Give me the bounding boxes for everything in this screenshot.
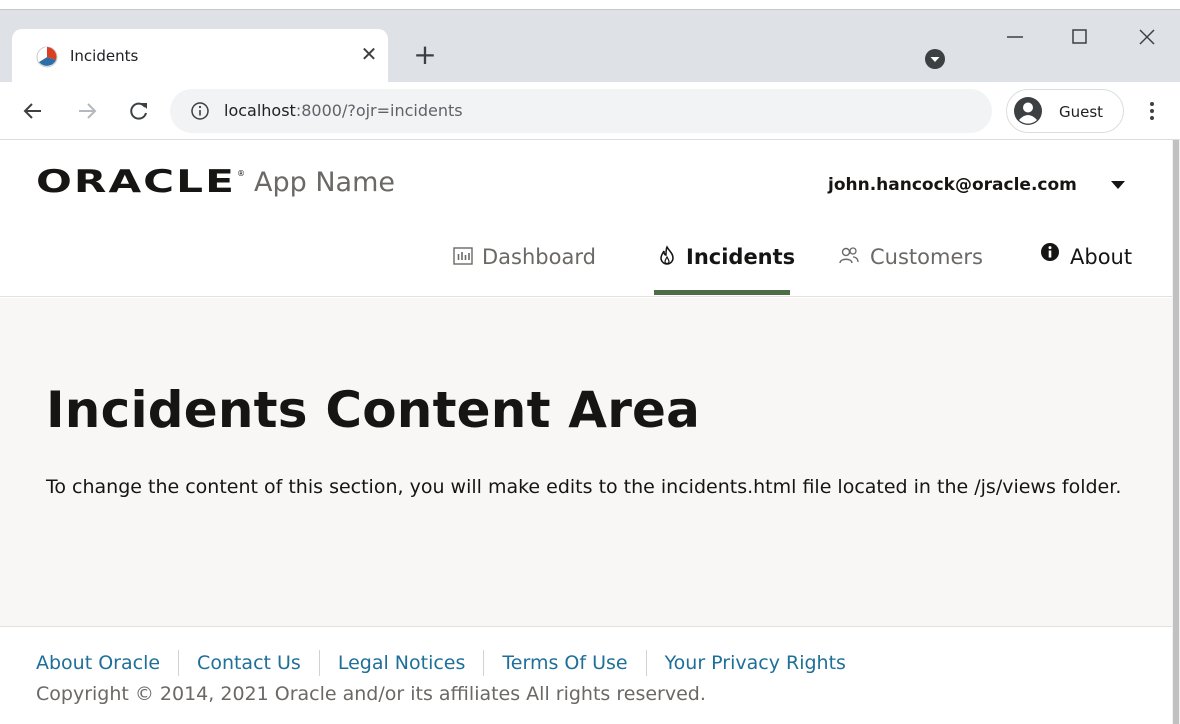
profile-button[interactable]: Guest: [1006, 89, 1124, 133]
user-menu-label[interactable]: john.hancock@oracle.com: [828, 174, 1077, 196]
browser-toolbar: localhost:8000/?ojr=incidents Guest: [0, 82, 1180, 140]
svg-text:®: ®: [237, 169, 245, 178]
browser-tab[interactable]: Incidents ✕: [12, 29, 388, 82]
page-footer: About Oracle Contact Us Legal Notices Te…: [0, 626, 1172, 724]
forward-arrow-icon[interactable]: [72, 96, 102, 126]
site-info-icon[interactable]: [190, 101, 210, 121]
maximize-icon[interactable]: [1062, 22, 1096, 52]
page-title: Incidents Content Area: [46, 381, 701, 439]
back-arrow-icon[interactable]: [18, 96, 48, 126]
nav-label-about: About: [1070, 245, 1133, 269]
footer-link-legal-notices[interactable]: Legal Notices: [318, 650, 484, 676]
svg-text:ORACLE: ORACLE: [36, 166, 236, 196]
app-name: App Name: [254, 167, 395, 198]
nav-label-incidents: Incidents: [686, 245, 796, 269]
profile-label: Guest: [1059, 103, 1104, 121]
footer-link-terms-of-use[interactable]: Terms Of Use: [483, 650, 645, 676]
reload-icon[interactable]: [124, 96, 154, 126]
minimize-icon[interactable]: [998, 22, 1032, 52]
nav-label-customers: Customers: [870, 245, 983, 269]
active-tab-indicator: [654, 290, 790, 295]
nav-item-customers[interactable]: Customers: [838, 236, 1008, 297]
browser-tabstrip: Incidents ✕ +: [0, 10, 1180, 82]
nav-item-dashboard[interactable]: Dashboard: [452, 236, 612, 297]
oracle-logo[interactable]: ORACLE ®: [36, 166, 246, 196]
bar-chart-icon: [453, 247, 473, 265]
footer-link-privacy-rights[interactable]: Your Privacy Rights: [645, 650, 864, 676]
scrollbar-thumb[interactable]: [1173, 140, 1179, 724]
more-menu-icon[interactable]: [1140, 96, 1164, 126]
tab-search-icon[interactable]: [924, 48, 946, 70]
url-host: localhost: [224, 101, 296, 120]
content-description: To change the content of this section, y…: [46, 476, 1122, 498]
tab-title: Incidents: [70, 47, 139, 65]
tab-close-icon[interactable]: ✕: [356, 41, 382, 67]
nav-label-dashboard: Dashboard: [482, 245, 596, 269]
nav-item-about[interactable]: About: [1040, 236, 1150, 297]
window-close-icon[interactable]: [1130, 22, 1164, 52]
footer-links: About Oracle Contact Us Legal Notices Te…: [36, 649, 864, 677]
avatar-icon: [1014, 97, 1042, 125]
url-path: :8000/?ojr=incidents: [295, 101, 463, 120]
footer-link-contact-us[interactable]: Contact Us: [178, 650, 319, 676]
caret-down-icon[interactable]: [1110, 179, 1126, 191]
nav-item-incidents[interactable]: Incidents: [654, 236, 796, 297]
app-favicon-icon: [36, 46, 58, 68]
app-header: ORACLE ® App Name john.hancock@oracle.co…: [0, 140, 1172, 297]
new-tab-icon[interactable]: +: [410, 40, 440, 70]
info-icon: [1041, 243, 1059, 261]
url-text: localhost:8000/?ojr=incidents: [224, 100, 463, 122]
people-icon: [839, 247, 859, 264]
fire-icon: [660, 245, 674, 265]
main-content: Incidents Content Area To change the con…: [0, 298, 1172, 626]
footer-link-about-oracle[interactable]: About Oracle: [36, 650, 178, 676]
address-bar[interactable]: localhost:8000/?ojr=incidents: [170, 89, 992, 133]
copyright-text: Copyright © 2014, 2021 Oracle and/or its…: [36, 683, 706, 705]
